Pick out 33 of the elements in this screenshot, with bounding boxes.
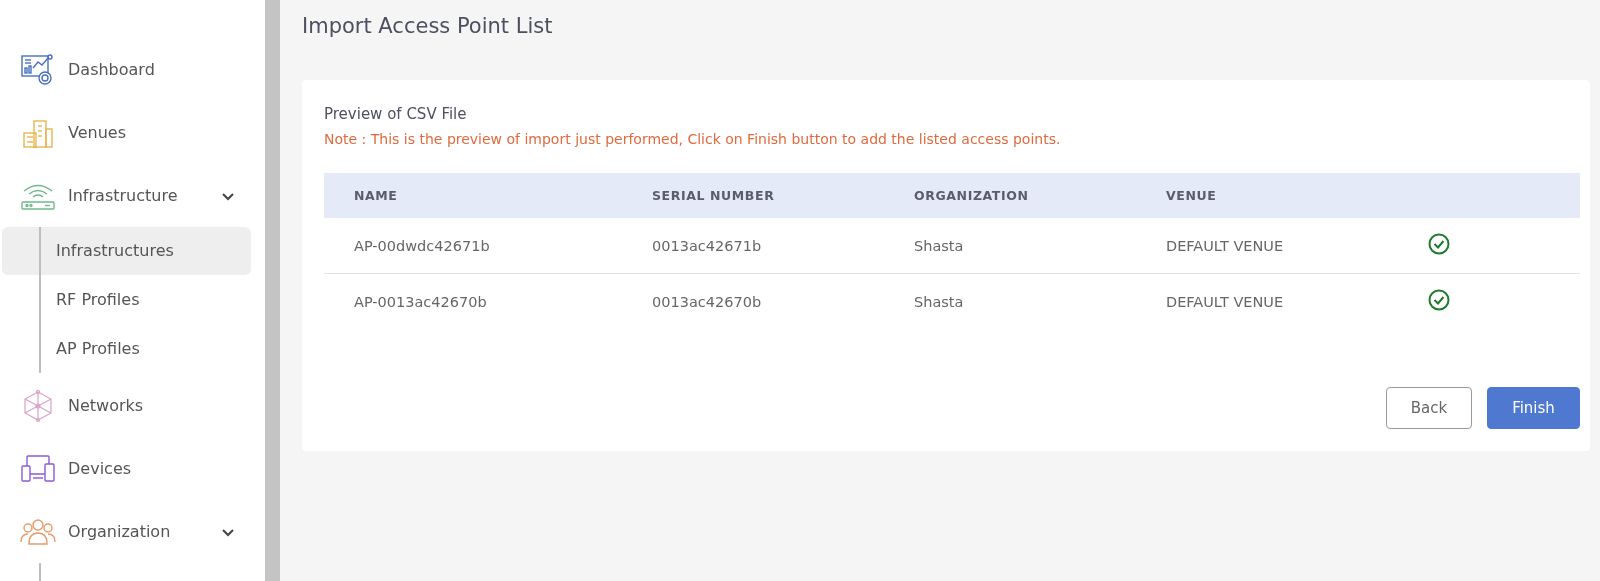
people-icon: [20, 517, 56, 546]
table-cell: AP-0013ac42670b: [354, 293, 487, 310]
submenu-item[interactable]: AP Profiles: [2, 325, 251, 373]
table-cell: Shasta: [914, 293, 964, 310]
submenu-item[interactable]: Infrastructures: [2, 227, 251, 275]
column-header: SERIAL NUMBER: [652, 188, 775, 203]
back-button[interactable]: Back: [1386, 387, 1472, 429]
sidebar-item[interactable]: Networks: [68, 396, 245, 415]
sidebar-item[interactable]: Venues: [68, 123, 245, 142]
table-cell: AP-00dwdc42671b: [354, 237, 490, 254]
sidebar-item[interactable]: Devices: [68, 459, 245, 478]
submenu-item[interactable]: RF Profiles: [2, 276, 251, 324]
table-cell: DEFAULT VENUE: [1166, 293, 1284, 310]
note-text: Note : This is the preview of import just performed, Click on Finish button to add the listed access points.: [324, 131, 1062, 147]
column-header: VENUE: [1166, 188, 1217, 203]
page-title: Import Access Point List: [302, 14, 554, 38]
table-cell: 0013ac42670b: [652, 293, 762, 310]
scrollbar[interactable]: [265, 0, 280, 581]
card-title: Preview of CSV File: [324, 105, 467, 123]
devices-icon: [21, 453, 55, 484]
chevron-icon[interactable]: [221, 192, 235, 201]
finish-button[interactable]: Finish: [1487, 387, 1580, 429]
table-cell: Shasta: [914, 237, 964, 254]
table-cell: DEFAULT VENUE: [1166, 237, 1284, 254]
dashboard-icon: [21, 53, 55, 86]
sidebar-item[interactable]: Infrastructure: [68, 186, 209, 205]
column-header: ORGANIZATION: [914, 188, 1029, 203]
network-icon: [22, 389, 54, 422]
chevron-icon[interactable]: [221, 528, 235, 537]
sidebar-item[interactable]: Dashboard: [68, 60, 245, 79]
table-cell: 0013ac42671b: [652, 237, 762, 254]
sidebar-item[interactable]: Organization: [68, 522, 209, 541]
column-header: NAME: [354, 188, 398, 203]
